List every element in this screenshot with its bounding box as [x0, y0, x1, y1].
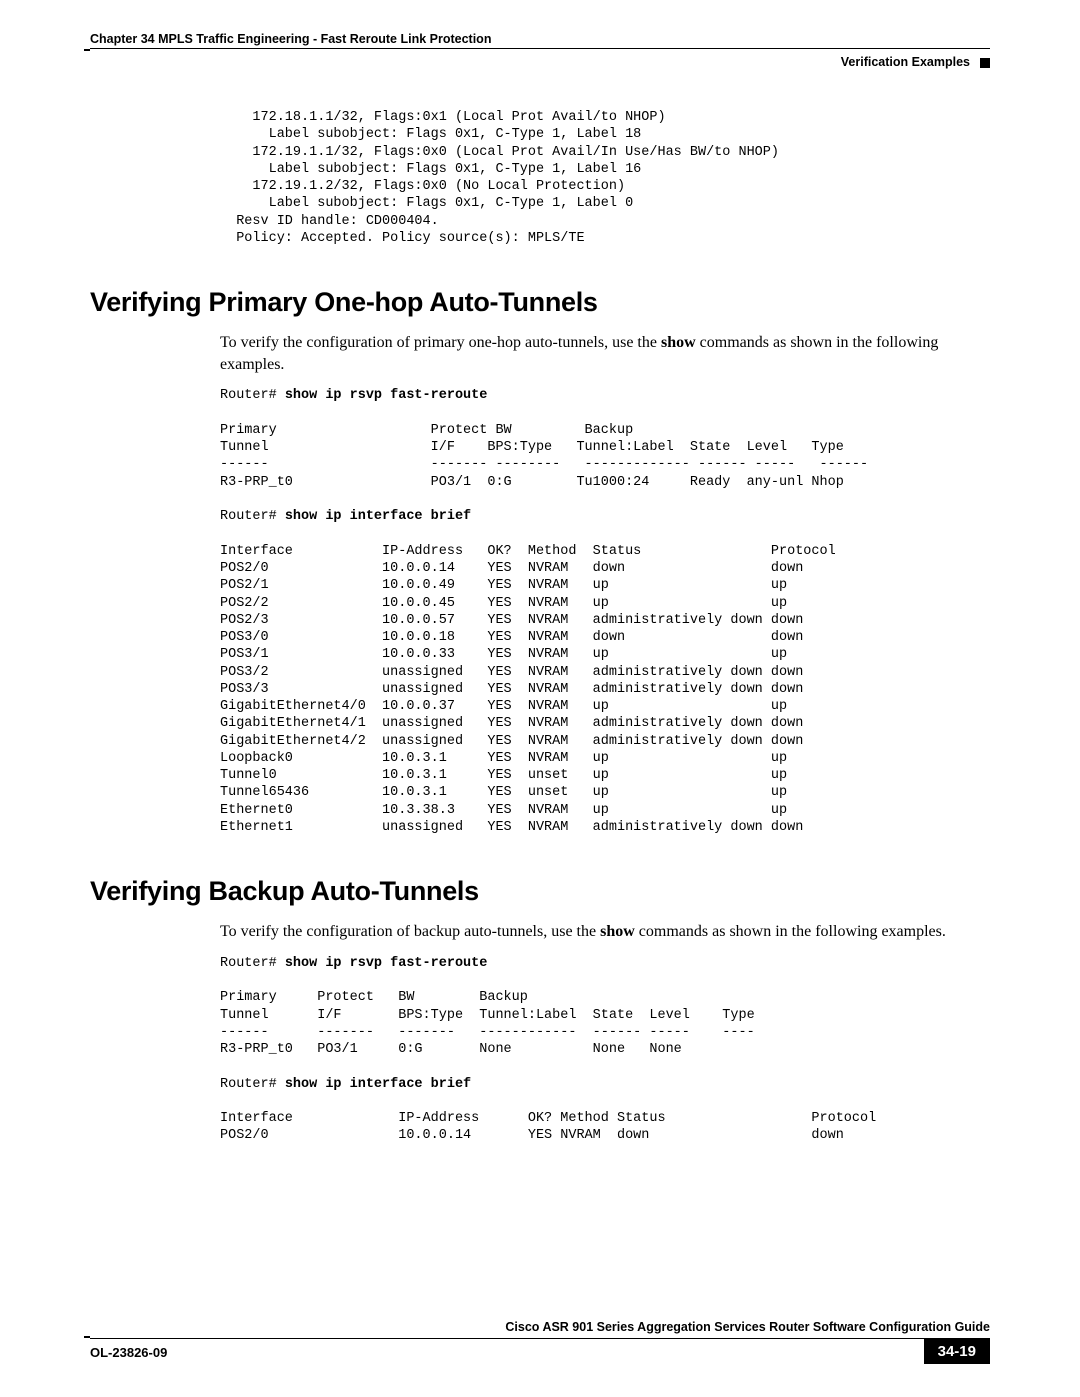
- code-output-top: 172.18.1.1/32, Flags:0x1 (Local Prot Ava…: [220, 109, 990, 247]
- footer-doc-id: OL-23826-09: [90, 1345, 167, 1360]
- header-marker-icon: [980, 58, 990, 68]
- header-rule: Chapter 34 MPLS Traffic Engineering - Fa…: [90, 30, 990, 49]
- cli-block-1: Router# show ip rsvp fast-reroute Primar…: [220, 387, 990, 836]
- page-number: 34-19: [924, 1339, 990, 1364]
- cli-block-2: Router# show ip rsvp fast-reroute Primar…: [220, 955, 990, 1145]
- footer-book-title: Cisco ASR 901 Series Aggregation Service…: [497, 1320, 990, 1334]
- intro-paragraph-2: To verify the configuration of backup au…: [220, 921, 990, 943]
- heading-primary-onehop: Verifying Primary One-hop Auto-Tunnels: [90, 287, 990, 318]
- section-label: Verification Examples: [90, 55, 990, 69]
- page-footer: Cisco ASR 901 Series Aggregation Service…: [90, 1338, 990, 1367]
- heading-backup-autotunnels: Verifying Backup Auto-Tunnels: [90, 876, 990, 907]
- chapter-title: Chapter 34 MPLS Traffic Engineering - Fa…: [90, 32, 491, 46]
- section-label-text: Verification Examples: [841, 55, 970, 69]
- intro-paragraph-1: To verify the configuration of primary o…: [220, 332, 990, 375]
